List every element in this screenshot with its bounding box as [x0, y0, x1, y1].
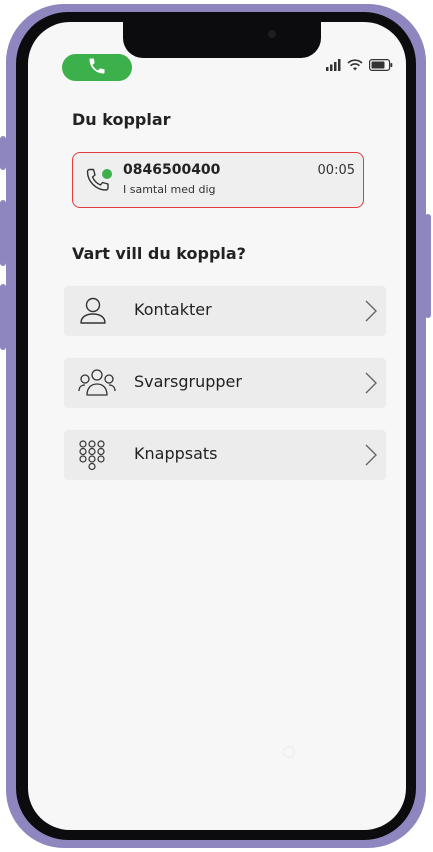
mute-switch	[0, 136, 6, 170]
menu-item-label: Knappsats	[134, 444, 218, 463]
chevron-right-icon	[364, 300, 378, 326]
volume-down-button	[0, 284, 6, 350]
home-indicator	[283, 746, 295, 758]
ongoing-call-indicator[interactable]	[62, 54, 132, 81]
person-icon	[78, 295, 108, 331]
chevron-right-icon	[364, 372, 378, 398]
camera	[268, 30, 276, 38]
menu-item-knappsats[interactable]: Knappsats	[64, 430, 386, 480]
wifi-icon	[347, 56, 363, 75]
chevron-right-icon	[364, 444, 378, 470]
destination-heading: Vart vill du koppla?	[72, 244, 246, 263]
volume-up-button	[0, 200, 6, 266]
menu-item-svarsgrupper[interactable]: Svarsgrupper	[64, 358, 386, 408]
group-icon	[78, 367, 116, 403]
phone-with-green-dot-icon	[81, 163, 115, 201]
battery-icon	[369, 56, 393, 75]
caller-number: 0846500400	[123, 162, 221, 178]
call-duration: 00:05	[317, 163, 355, 178]
cellular-signal-icon	[326, 56, 341, 75]
screen	[28, 22, 406, 830]
phone-icon	[87, 56, 107, 80]
call-status: I samtal med dig	[123, 183, 216, 196]
menu-item-kontakter[interactable]: Kontakter	[64, 286, 386, 336]
menu-item-label: Svarsgrupper	[134, 372, 242, 391]
status-icons	[326, 56, 393, 75]
power-button	[425, 214, 431, 318]
transfer-heading: Du kopplar	[72, 110, 171, 129]
notch	[123, 22, 321, 58]
keypad-icon	[78, 439, 108, 475]
menu-item-label: Kontakter	[134, 300, 212, 319]
active-call-card[interactable]: 0846500400 I samtal med dig 00:05	[72, 152, 364, 208]
